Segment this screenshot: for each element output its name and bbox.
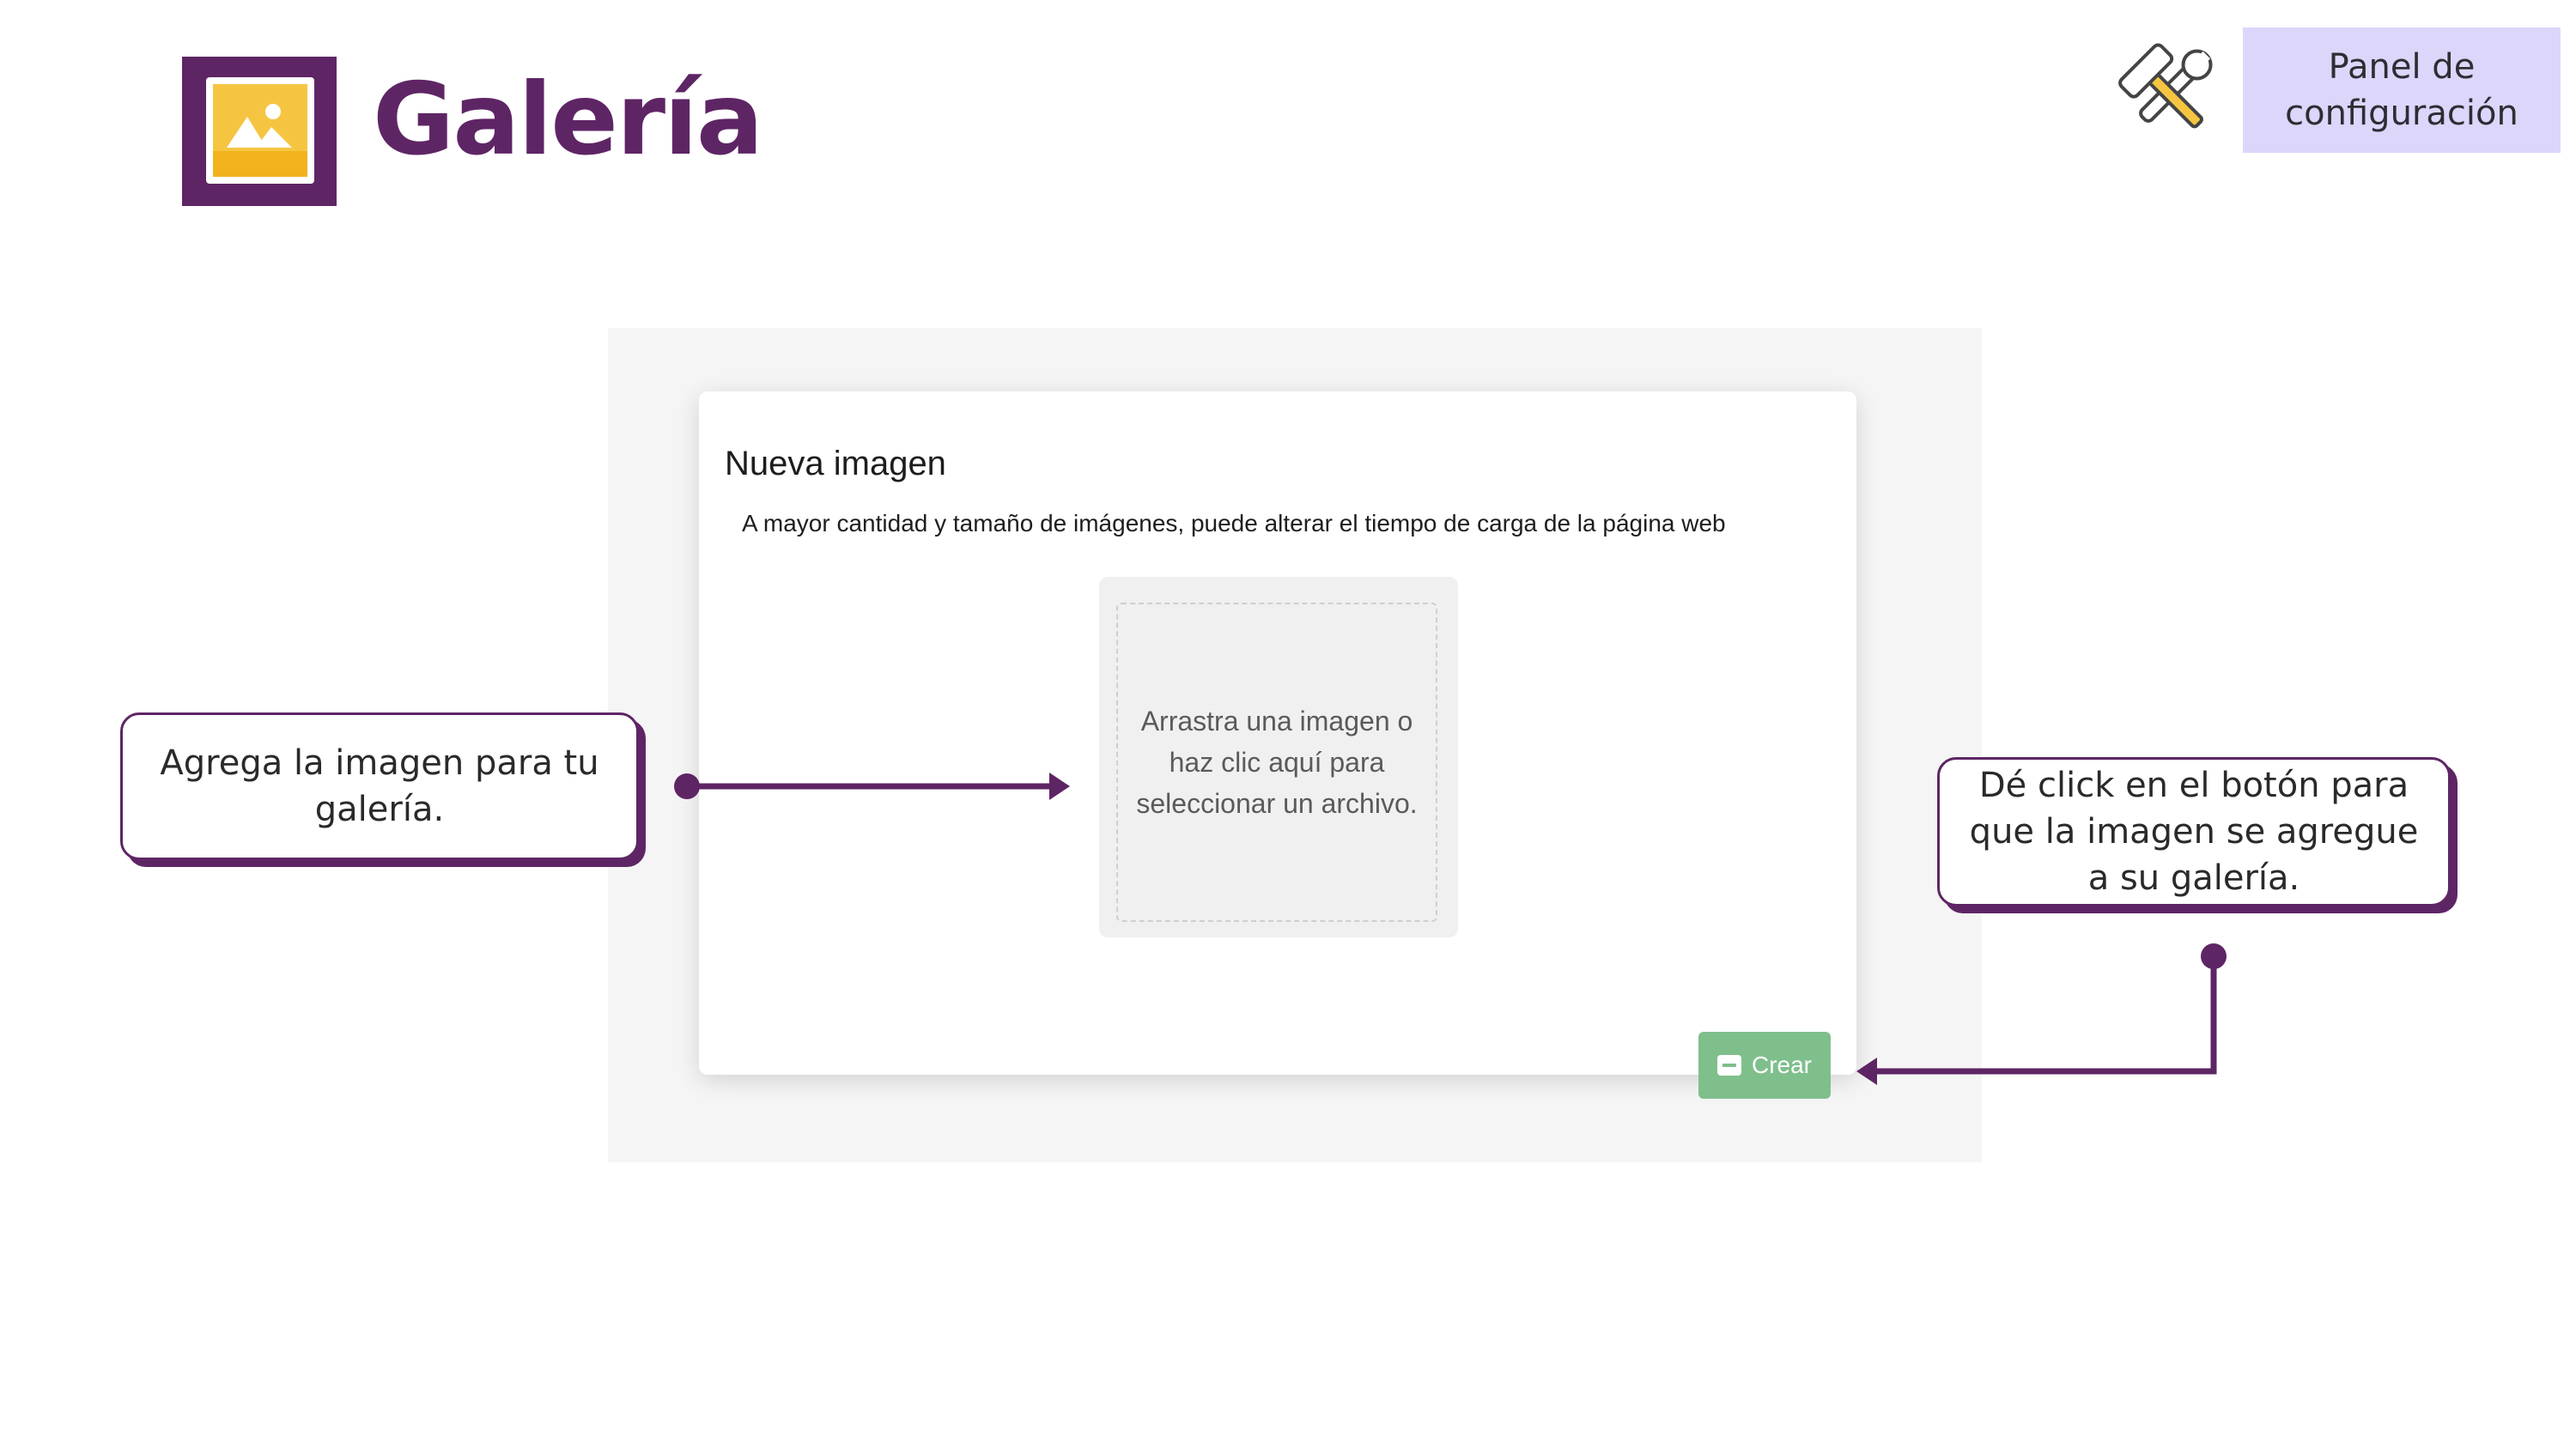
callout-right-line2: que la imagen se agregue xyxy=(1969,812,2419,852)
dropzone-text-line1: Arrastra una imagen o xyxy=(1140,706,1413,737)
minus-square-icon xyxy=(1716,1055,1741,1076)
new-image-modal: Nueva imagen A mayor cantidad y tamaño d… xyxy=(699,391,1856,1075)
config-panel-button[interactable]: Panel de configuración xyxy=(2243,27,2561,153)
callout-right-line1: Dé click en el botón para xyxy=(1978,766,2409,805)
callout-left-line1: Agrega la imagen para tu xyxy=(160,743,599,783)
callout-click-button: Dé click en el botón para que la imagen … xyxy=(1937,757,2451,906)
dropzone-text-line2: haz clic aquí para xyxy=(1169,747,1385,778)
dropzone-instructions: Arrastra una imagen o haz clic aquí para… xyxy=(1136,700,1417,824)
callout-add-image: Agrega la imagen para tu galería. xyxy=(120,712,639,860)
config-panel-label-line2: configuración xyxy=(2285,94,2518,133)
app-title: Galería xyxy=(373,62,763,178)
gallery-logo-icon xyxy=(182,57,337,206)
image-dropzone[interactable]: Arrastra una imagen o haz clic aquí para… xyxy=(1099,577,1458,937)
modal-title: Nueva imagen xyxy=(725,445,946,482)
callout-right-line3: a su galería. xyxy=(2087,858,2300,898)
dropzone-dashed-area[interactable]: Arrastra una imagen o haz clic aquí para… xyxy=(1116,603,1437,922)
modal-notice: A mayor cantidad y tamaño de imágenes, p… xyxy=(742,510,1726,537)
create-button-label: Crear xyxy=(1751,1052,1812,1078)
hammer-wrench-icon[interactable] xyxy=(2114,38,2224,148)
image-frame-icon xyxy=(206,77,314,184)
dropzone-text-line3: seleccionar un archivo. xyxy=(1136,788,1418,819)
create-button[interactable]: Crear xyxy=(1698,1032,1831,1099)
callout-left-line2: galería. xyxy=(314,790,445,829)
config-panel-label-line1: Panel de xyxy=(2328,47,2476,87)
